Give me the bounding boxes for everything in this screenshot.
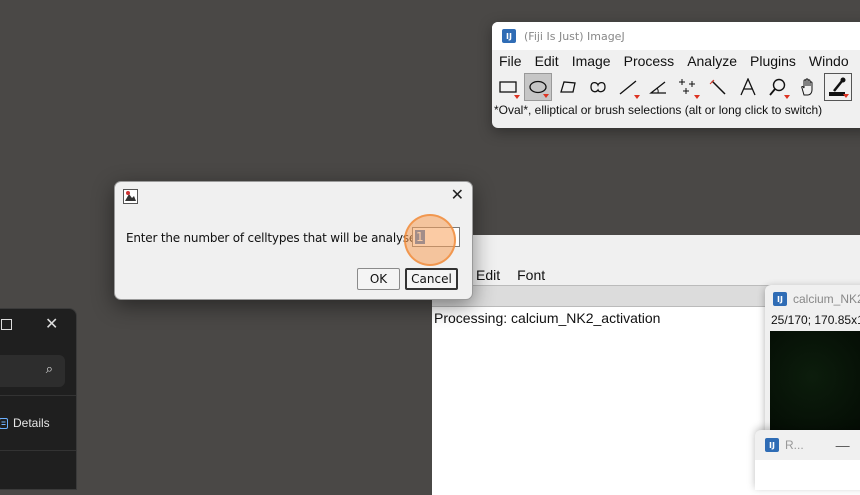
rectangle-tool[interactable] bbox=[494, 73, 522, 101]
menu-image[interactable]: Image bbox=[572, 53, 611, 69]
hand-icon bbox=[801, 78, 813, 96]
log-menu-font[interactable]: Font bbox=[517, 267, 545, 283]
wand-icon bbox=[709, 79, 726, 95]
freehand-icon bbox=[590, 81, 606, 93]
menu-file[interactable]: File bbox=[499, 53, 522, 69]
details-button[interactable]: Details bbox=[0, 416, 50, 430]
java-app-icon bbox=[123, 189, 138, 204]
close-icon[interactable]: ✕ bbox=[45, 314, 58, 333]
minimize-icon[interactable]: — bbox=[836, 437, 850, 453]
text-tool[interactable] bbox=[734, 73, 762, 101]
fiji-toolbar bbox=[492, 72, 860, 102]
ok-button[interactable]: OK bbox=[357, 268, 400, 290]
angle-icon bbox=[649, 81, 666, 94]
search-icon[interactable]: ⌕ bbox=[46, 362, 53, 377]
polygon-icon bbox=[560, 81, 576, 93]
multipoint-icon bbox=[679, 79, 695, 94]
close-icon[interactable]: ✕ bbox=[451, 185, 464, 204]
zoom-tool[interactable] bbox=[764, 73, 792, 101]
multipoint-tool[interactable] bbox=[674, 73, 702, 101]
fiji-menubar: File Edit Image Process Analyze Plugins … bbox=[492, 50, 860, 72]
results-title: R... bbox=[785, 438, 804, 452]
log-menubar: Edit Font bbox=[432, 265, 860, 285]
details-icon bbox=[0, 417, 8, 429]
angle-tool[interactable] bbox=[644, 73, 672, 101]
results-body bbox=[755, 460, 860, 490]
submenu-indicator-icon bbox=[634, 95, 640, 99]
image-window: IJ calcium_NK2 25/170; 170.85x1 bbox=[765, 285, 860, 445]
fiji-status-bar: *Oval*, elliptical or brush selections (… bbox=[494, 103, 823, 117]
menu-edit[interactable]: Edit bbox=[535, 53, 559, 69]
submenu-indicator-icon bbox=[784, 95, 790, 99]
image-info: 25/170; 170.85x1 bbox=[771, 313, 860, 327]
imagej-logo-icon: IJ bbox=[773, 292, 787, 306]
menu-plugins[interactable]: Plugins bbox=[750, 53, 796, 69]
results-titlebar[interactable]: IJ R... — bbox=[755, 430, 860, 460]
submenu-indicator-icon bbox=[843, 94, 849, 98]
wand-tool[interactable] bbox=[704, 73, 732, 101]
divider bbox=[0, 395, 76, 396]
magnifier-icon bbox=[769, 78, 786, 96]
polygon-tool[interactable] bbox=[554, 73, 582, 101]
text-icon bbox=[740, 78, 756, 96]
dialog-prompt: Enter the number of celltypes that will … bbox=[126, 231, 424, 245]
log-titlebar[interactable]: g bbox=[432, 235, 860, 265]
freehand-tool[interactable] bbox=[584, 73, 612, 101]
log-menu-edit[interactable]: Edit bbox=[476, 267, 500, 283]
submenu-indicator-icon bbox=[694, 95, 700, 99]
image-titlebar[interactable]: IJ calcium_NK2 bbox=[765, 285, 860, 313]
fiji-main-window: IJ (Fiji Is Just) ImageJ File Edit Image… bbox=[492, 22, 860, 128]
dialog-titlebar[interactable]: ✕ bbox=[115, 182, 472, 210]
menu-process[interactable]: Process bbox=[624, 53, 675, 69]
search-box[interactable]: ⌕ bbox=[0, 355, 65, 387]
line-icon bbox=[619, 80, 637, 95]
window-title: (Fiji Is Just) ImageJ bbox=[524, 29, 625, 43]
hand-tool[interactable] bbox=[794, 73, 822, 101]
imagej-logo-icon: IJ bbox=[765, 438, 779, 452]
image-title: calcium_NK2 bbox=[793, 292, 860, 306]
details-label: Details bbox=[13, 416, 50, 430]
menu-analyze[interactable]: Analyze bbox=[687, 53, 737, 69]
oval-icon bbox=[529, 80, 547, 94]
divider bbox=[0, 450, 76, 451]
menu-window[interactable]: Windo bbox=[809, 53, 849, 69]
click-indicator bbox=[404, 214, 456, 266]
submenu-indicator-icon bbox=[543, 94, 549, 98]
dropper-tool[interactable] bbox=[824, 73, 852, 101]
rectangle-icon bbox=[499, 81, 517, 93]
line-tool[interactable] bbox=[614, 73, 642, 101]
file-explorer-window: ✕ ⌕ Details bbox=[0, 308, 77, 490]
submenu-indicator-icon bbox=[514, 95, 520, 99]
cancel-button[interactable]: Cancel bbox=[405, 268, 458, 290]
image-canvas[interactable] bbox=[770, 331, 860, 445]
fiji-titlebar[interactable]: IJ (Fiji Is Just) ImageJ bbox=[492, 22, 860, 50]
oval-tool[interactable] bbox=[524, 73, 552, 101]
restore-icon[interactable] bbox=[1, 319, 12, 330]
imagej-logo-icon: IJ bbox=[502, 29, 516, 43]
results-window: IJ R... — bbox=[755, 430, 860, 490]
